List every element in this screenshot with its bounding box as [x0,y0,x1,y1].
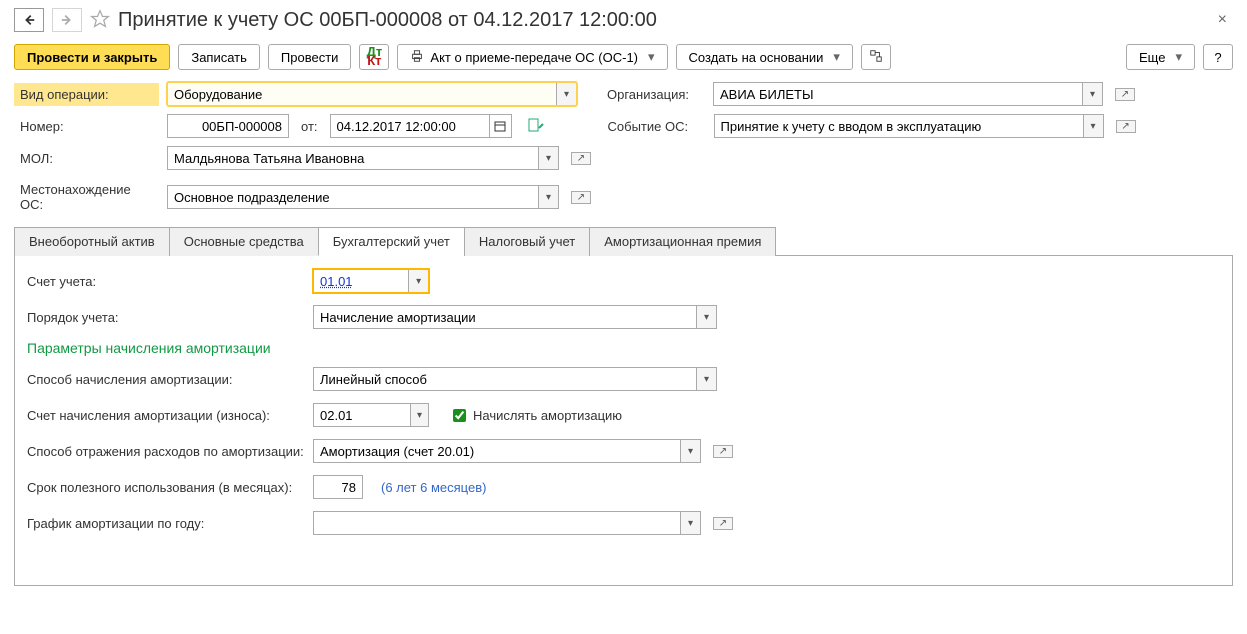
create-based-label: Создать на основании [689,50,824,65]
structure-icon [869,49,883,66]
number-label: Номер: [14,115,159,138]
schedule-open-button[interactable]: ↗ [713,517,733,530]
print-act-label: Акт о приеме-передаче ОС (ОС-1) [430,50,638,65]
header-form: Вид операции: ▾ Организация: ▾ ↗ Номер: … [14,82,1233,216]
chevron-down-icon: ▾ [1175,49,1182,65]
method-dropdown-button[interactable]: ▾ [697,367,717,391]
calendar-button[interactable] [490,114,512,138]
number-input[interactable] [167,114,289,138]
schedule-dropdown-button[interactable]: ▾ [681,511,701,535]
page-title: Принятие к учету ОС 00БП-000008 от 04.12… [118,9,657,32]
printer-icon [410,49,424,66]
back-button[interactable] [14,8,44,32]
calc-amort-checkbox-input[interactable] [453,409,466,422]
amort-account-input[interactable] [313,403,411,427]
create-based-on-button[interactable]: Создать на основании ▾ [676,44,853,70]
mol-input[interactable] [167,146,539,170]
amort-account-label: Счет начисления амортизации (износа): [27,408,305,423]
tab-amort-bonus[interactable]: Амортизационная премия [589,227,776,256]
write-button[interactable]: Записать [178,44,260,70]
location-label: Местонахождение ОС: [14,178,159,216]
amort-section-header: Параметры начисления амортизации [27,340,1220,356]
op-type-input[interactable] [167,82,557,106]
expense-dropdown-button[interactable]: ▾ [681,439,701,463]
location-input[interactable] [167,185,539,209]
mol-label: МОЛ: [14,147,159,170]
useful-life-hint: (6 лет 6 месяцев) [381,480,486,495]
structure-button[interactable] [861,44,891,70]
toolbar: Провести и закрыть Записать Провести ДтК… [14,44,1233,70]
event-dropdown-button[interactable]: ▾ [1084,114,1104,138]
method-label: Способ начисления амортизации: [27,372,305,387]
more-button[interactable]: Еще ▾ [1126,44,1195,70]
procedure-label: Порядок учета: [27,310,305,325]
tab-accounting[interactable]: Бухгалтерский учет [318,227,465,256]
schedule-input[interactable] [313,511,681,535]
tab-noncurrent-asset[interactable]: Внеоборотный актив [14,227,170,256]
print-act-button[interactable]: Акт о приеме-передаче ОС (ОС-1) ▾ [397,44,667,70]
event-label: Событие ОС: [608,115,706,138]
post-button[interactable]: Провести [268,44,352,70]
expense-open-button[interactable]: ↗ [713,445,733,458]
calc-amort-label: Начислять амортизацию [473,408,622,423]
accounting-panel: Счет учета: 01.01 ▾ Порядок учета: ▾ Пар… [14,256,1233,586]
location-dropdown-button[interactable]: ▾ [539,185,559,209]
forward-button[interactable] [52,8,82,32]
useful-life-input[interactable] [313,475,363,499]
mol-open-button[interactable]: ↗ [571,152,591,165]
post-and-close-button[interactable]: Провести и закрыть [14,44,170,70]
event-open-button[interactable]: ↗ [1116,120,1136,133]
org-input[interactable] [713,82,1083,106]
date-input[interactable] [330,114,490,138]
titlebar: Принятие к учету ОС 00БП-000008 от 04.12… [14,8,1233,32]
mol-dropdown-button[interactable]: ▾ [539,146,559,170]
from-label: от: [301,119,318,134]
org-label: Организация: [607,83,705,106]
org-open-button[interactable]: ↗ [1115,88,1135,101]
chevron-down-icon: ▾ [648,49,655,65]
event-input[interactable] [714,114,1084,138]
useful-life-label: Срок полезного использования (в месяцах)… [27,480,305,495]
method-input[interactable] [313,367,697,391]
amort-account-dropdown-button[interactable]: ▾ [411,403,429,427]
schedule-label: График амортизации по году: [27,516,305,531]
expense-input[interactable] [313,439,681,463]
procedure-input[interactable] [313,305,697,329]
op-type-dropdown-button[interactable]: ▾ [557,82,577,106]
account-label: Счет учета: [27,274,305,289]
org-dropdown-button[interactable]: ▾ [1083,82,1103,106]
tab-fixed-assets[interactable]: Основные средства [169,227,319,256]
more-label: Еще [1139,50,1165,65]
account-input[interactable]: 01.01 [313,269,409,293]
chevron-down-icon: ▾ [833,49,840,65]
calc-amort-checkbox[interactable]: Начислять амортизацию [449,406,622,425]
account-dropdown-button[interactable]: ▾ [409,269,429,293]
location-open-button[interactable]: ↗ [571,191,591,204]
close-button[interactable]: × [1212,9,1233,31]
procedure-dropdown-button[interactable]: ▾ [697,305,717,329]
op-type-label: Вид операции: [14,83,159,106]
manual-edit-icon[interactable] [528,118,544,135]
tabs: Внеоборотный актив Основные средства Бух… [14,226,1233,256]
movements-button[interactable]: ДтКт [359,44,389,70]
tab-tax[interactable]: Налоговый учет [464,227,590,256]
favorite-star-icon[interactable] [90,9,110,32]
expense-label: Способ отражения расходов по амортизации… [27,444,305,459]
help-button[interactable]: ? [1203,44,1233,70]
